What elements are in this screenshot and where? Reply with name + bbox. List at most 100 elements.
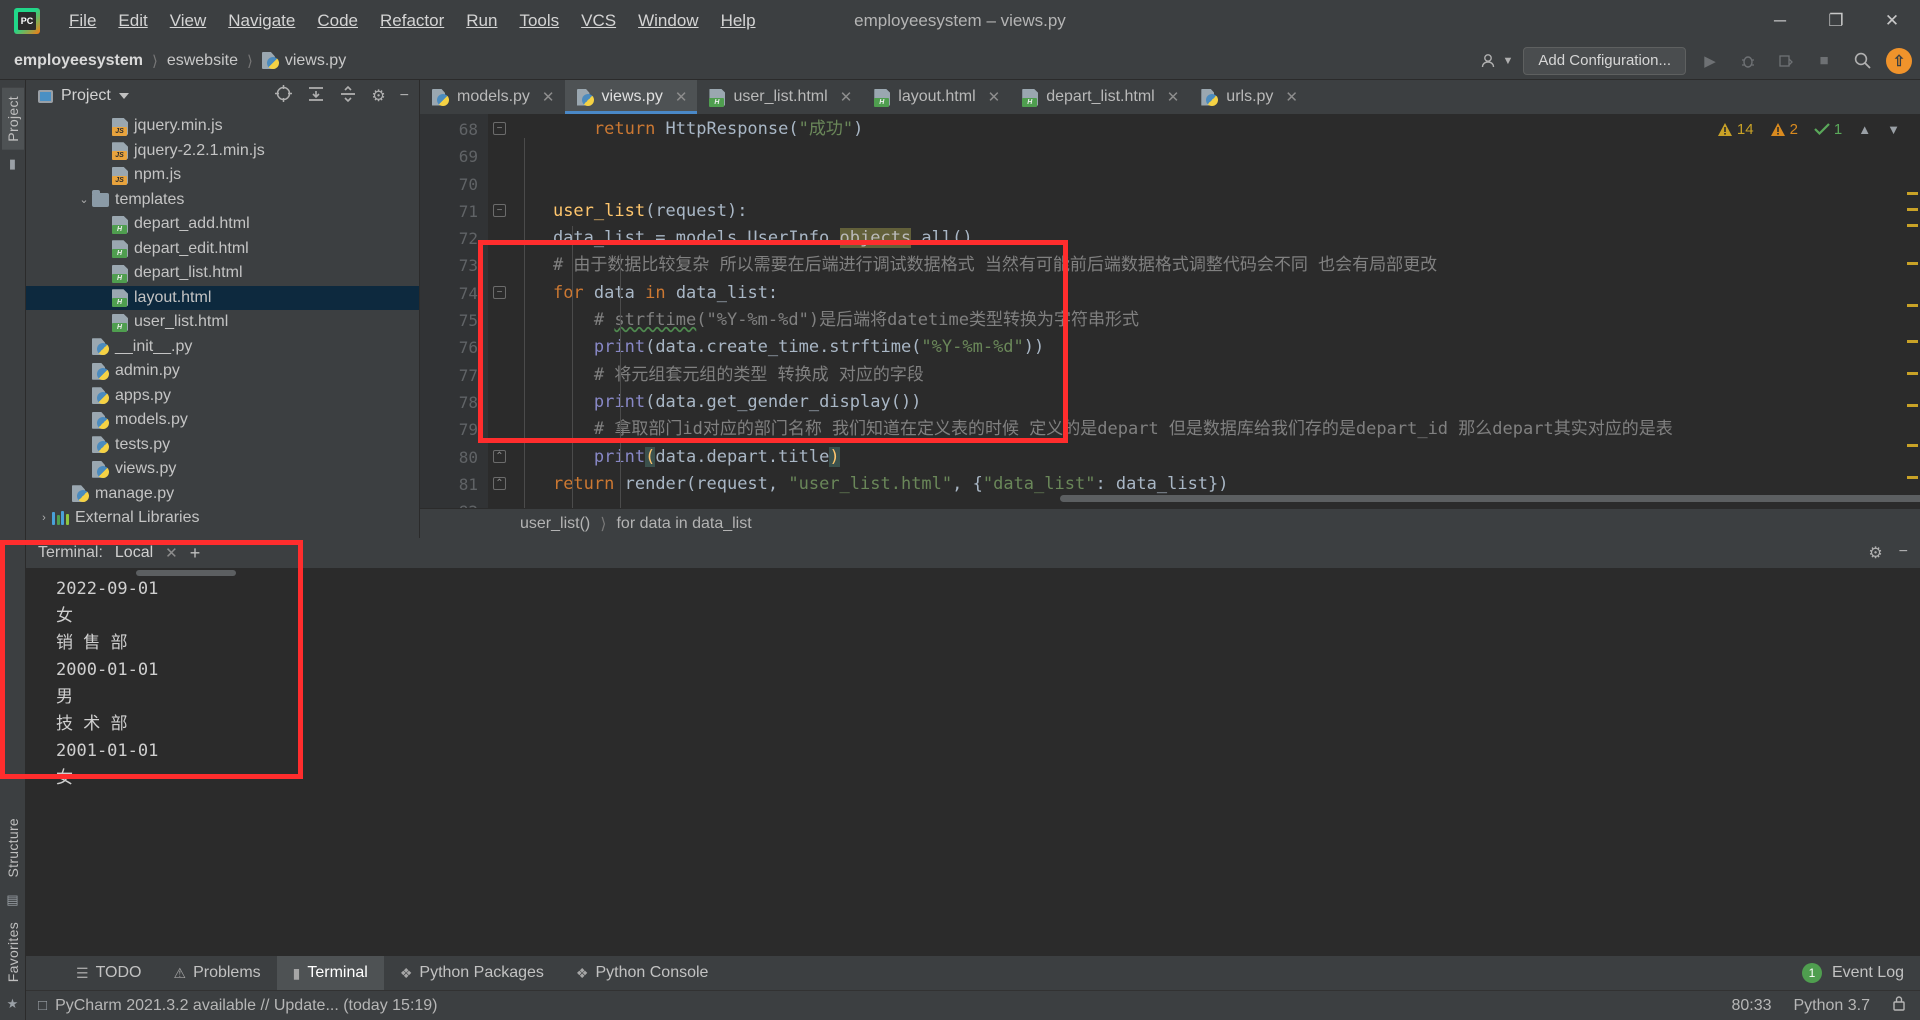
code-line[interactable]: # strftime("%Y-%m-%d")是后端将datetime类型转换为字… xyxy=(512,307,1920,334)
editor-tab[interactable]: Huser_list.html ✕ xyxy=(697,80,862,114)
menu-navigate[interactable]: Navigate xyxy=(217,7,306,35)
tool-tab-project[interactable]: Project xyxy=(1,88,24,150)
warning-count[interactable]: 14 xyxy=(1717,121,1754,138)
tool-tab-favorites[interactable]: Favorites xyxy=(2,914,24,990)
caret-position[interactable]: 80:33 xyxy=(1731,997,1771,1015)
debug-icon[interactable] xyxy=(1734,48,1762,74)
minimize-button[interactable]: ─ xyxy=(1752,0,1808,42)
tree-item[interactable]: JS jquery-2.2.1.min.js xyxy=(26,139,419,164)
menu-window[interactable]: Window xyxy=(627,7,709,35)
terminal-session-close-icon[interactable]: ✕ xyxy=(165,544,178,562)
breadcrumb-module[interactable]: eswebsite xyxy=(167,52,238,70)
add-configuration-button[interactable]: Add Configuration... xyxy=(1523,46,1686,75)
editor-tab[interactable]: Hdepart_list.html ✕ xyxy=(1010,80,1189,114)
editor-breadcrumb-function[interactable]: user_list() xyxy=(520,515,590,533)
editor-horizontal-scrollbar[interactable] xyxy=(1060,495,1920,502)
fold-toggle-icon[interactable]: − xyxy=(493,122,506,135)
tree-item[interactable]: apps.py xyxy=(26,384,419,409)
close-tab-icon[interactable]: ✕ xyxy=(840,88,853,106)
tree-item[interactable]: __init__.py xyxy=(26,335,419,360)
code-line[interactable] xyxy=(512,171,1920,198)
coverage-icon[interactable] xyxy=(1772,48,1800,74)
tree-item[interactable]: views.py xyxy=(26,457,419,482)
menu-refactor[interactable]: Refactor xyxy=(369,7,455,35)
bottom-tab-terminal[interactable]: ▮ Terminal xyxy=(276,956,384,990)
tool-tab-structure[interactable]: Structure xyxy=(2,810,24,886)
bottom-tab-problems[interactable]: ⚠ Problems xyxy=(158,956,277,990)
scroll-from-source-icon[interactable] xyxy=(274,84,293,108)
collapse-all-icon[interactable] xyxy=(339,85,357,108)
editor-tab-bar[interactable]: models.py ✕ views.py ✕ Huser_list.html ✕ Hlayo… xyxy=(420,80,1920,114)
tree-item[interactable]: JS npm.js xyxy=(26,163,419,188)
code-content[interactable]: return HttpResponse("成功") user_list(requ… xyxy=(512,116,1920,508)
user-settings-icon[interactable]: ▼ xyxy=(1481,53,1513,69)
tree-item[interactable]: admin.py xyxy=(26,359,419,384)
fold-toggle-icon[interactable]: − xyxy=(493,285,506,299)
close-tab-icon[interactable]: ✕ xyxy=(1285,88,1298,106)
breadcrumb-project[interactable]: employeesystem xyxy=(14,52,143,70)
stop-icon[interactable]: ■ xyxy=(1810,48,1838,74)
tree-item[interactable]: Hdepart_list.html xyxy=(26,261,419,286)
tree-item[interactable]: manage.py xyxy=(26,482,419,507)
tree-item[interactable]: Huser_list.html xyxy=(26,310,419,335)
settings-gear-icon[interactable]: ⚙ xyxy=(371,86,385,106)
prev-problem-icon[interactable]: ▲ xyxy=(1858,122,1871,137)
search-icon[interactable] xyxy=(1848,48,1876,74)
tree-item[interactable]: Hdepart_edit.html xyxy=(26,237,419,262)
menu-vcs[interactable]: VCS xyxy=(570,7,627,35)
code-line[interactable]: # 由于数据比较复杂 所以需要在后端进行调试数据格式 当然有可能前后端数据格式调… xyxy=(512,252,1920,279)
settings-gear-icon-terminal[interactable]: ⚙ xyxy=(1868,543,1882,563)
project-tree[interactable]: JS jquery.min.js JS jquery-2.2.1.min.js JS np… xyxy=(26,112,419,538)
editor-breadcrumb-loop[interactable]: for data in data_list xyxy=(616,515,751,533)
tree-item[interactable]: tests.py xyxy=(26,433,419,458)
bottom-tab-todo[interactable]: ☰ TODO xyxy=(60,956,158,990)
favorites-star-icon[interactable]: ★ xyxy=(7,996,19,1012)
hide-terminal-icon[interactable]: − xyxy=(1899,543,1908,563)
menu-code[interactable]: Code xyxy=(306,7,369,35)
code-line[interactable]: return HttpResponse("成功") xyxy=(512,116,1920,143)
breadcrumb-file[interactable]: views.py xyxy=(285,52,346,70)
bottom-tab-python-packages[interactable]: ❖ Python Packages xyxy=(384,956,560,990)
code-line[interactable]: for data in data_list: xyxy=(512,280,1920,307)
fold-toggle-icon[interactable]: ⌃ xyxy=(493,449,506,463)
expand-all-icon[interactable] xyxy=(307,85,325,108)
menu-tools[interactable]: Tools xyxy=(508,7,570,35)
tree-item[interactable]: Hlayout.html xyxy=(26,285,419,310)
event-log-area[interactable]: 1 Event Log xyxy=(1801,963,1920,983)
maximize-button[interactable]: ❐ xyxy=(1808,0,1864,42)
structure-small-icon[interactable]: ▤ xyxy=(6,892,18,908)
code-line[interactable] xyxy=(512,143,1920,170)
event-log-label[interactable]: Event Log xyxy=(1832,964,1904,982)
editor-tab[interactable]: models.py ✕ xyxy=(420,80,565,114)
code-folding-column[interactable]: − − − ⌃ ⌃ xyxy=(488,114,512,508)
tree-item[interactable]: ⌄ templates xyxy=(26,188,419,213)
close-tab-icon[interactable]: ✕ xyxy=(988,88,1001,106)
code-editor[interactable]: 14 2 1 ▲ ▼ 68 69 70 71 72 73 74 75 76 77… xyxy=(420,114,1920,508)
bottom-tab-python-console[interactable]: ❖ Python Console xyxy=(560,956,725,990)
fold-toggle-icon[interactable]: ⌃ xyxy=(493,476,506,490)
code-line[interactable]: data_list = models.UserInfo.objects.all(… xyxy=(512,225,1920,252)
close-button[interactable]: ✕ xyxy=(1864,0,1920,42)
tree-item[interactable]: Hdepart_add.html xyxy=(26,212,419,237)
terminal-add-icon[interactable]: + xyxy=(190,543,201,564)
terminal-session-tab[interactable]: Local xyxy=(115,544,153,562)
editor-tab[interactable]: Hlayout.html ✕ xyxy=(862,80,1010,114)
terminal-output[interactable]: 2022-09-01 女 销 售 部 2000-01-01 男 技 术 部 20… xyxy=(26,568,1920,956)
status-message[interactable]: PyCharm 2021.3.2 available // Update... … xyxy=(55,997,437,1015)
inspection-ok[interactable]: 1 xyxy=(1814,121,1842,138)
code-line[interactable]: # 将元组套元组的类型 转换成 对应的字段 xyxy=(512,362,1920,389)
menu-file[interactable]: File xyxy=(58,7,107,35)
error-count[interactable]: 2 xyxy=(1770,121,1798,138)
code-line[interactable]: print(data.create_time.strftime("%Y-%m-%… xyxy=(512,334,1920,361)
hide-panel-icon[interactable]: − xyxy=(400,87,409,105)
expand-arrow-icon[interactable]: › xyxy=(36,512,52,524)
tree-item[interactable]: › External Libraries xyxy=(26,506,419,531)
run-icon[interactable]: ▶ xyxy=(1696,48,1724,74)
fold-toggle-icon[interactable]: − xyxy=(493,203,506,217)
code-line[interactable]: user_list(request): xyxy=(512,198,1920,225)
code-line[interactable]: print(data.depart.title) xyxy=(512,444,1920,471)
editor-tab[interactable]: views.py ✕ xyxy=(564,80,698,114)
editor-tab[interactable]: urls.py ✕ xyxy=(1189,80,1308,114)
update-icon[interactable]: ⇧ xyxy=(1886,47,1912,74)
code-line[interactable]: print(data.get_gender_display()) xyxy=(512,389,1920,416)
